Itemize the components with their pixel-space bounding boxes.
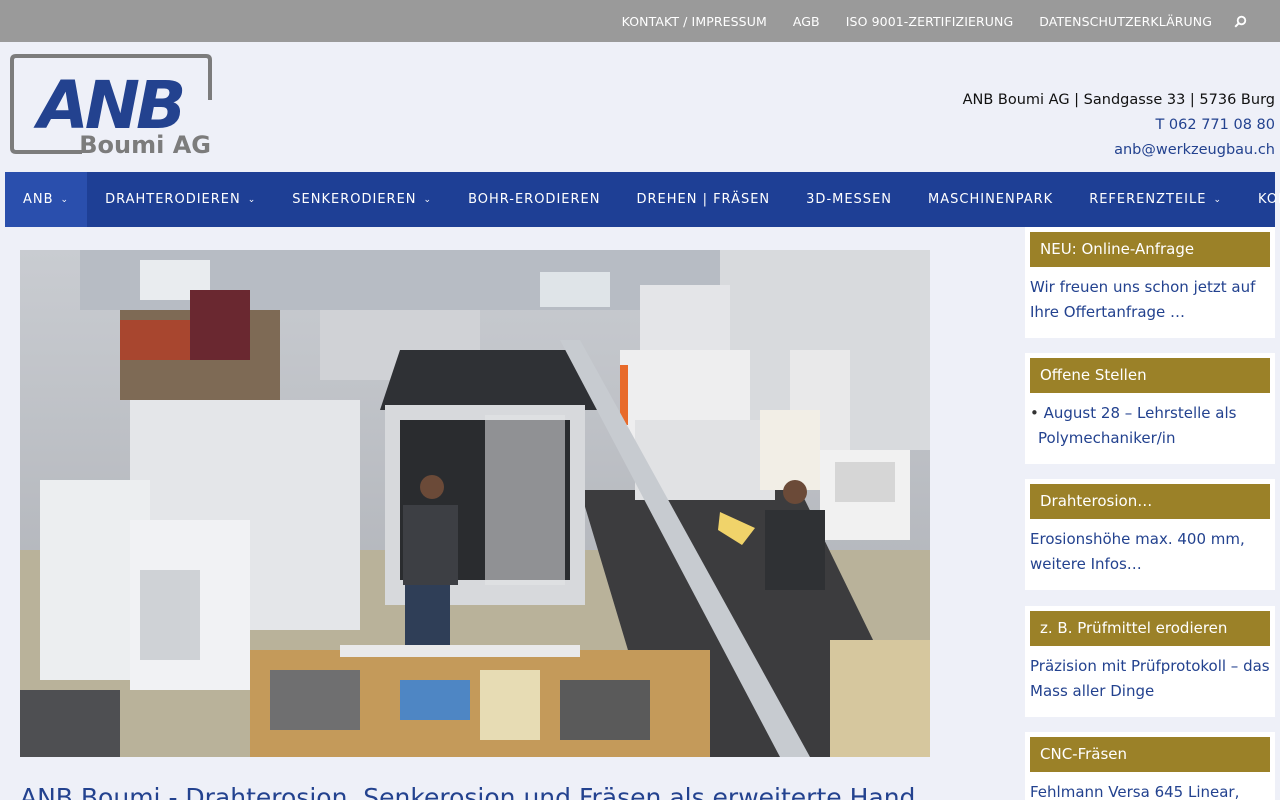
widget-text-line: Polymechaniker/in <box>1038 429 1176 447</box>
chevron-down-icon: ⌄ <box>247 194 257 205</box>
hero-image-workshop <box>20 250 930 757</box>
widget-link-online-anfrage[interactable]: Wir freuen uns schon jetzt auf Ihre Offe… <box>1030 267 1270 333</box>
nav-label: REFERENZTEILE <box>1089 192 1207 207</box>
utility-links: KONTAKT / IMPRESSUM AGB ISO 9001-ZERTIFI… <box>622 0 1280 42</box>
widget-pruefmittel: z. B. Prüfmittel erodieren Präzision mit… <box>1025 606 1275 717</box>
chevron-down-icon: ⌄ <box>423 194 433 205</box>
widget-text-line: Fehlmann Versa 645 Linear, <box>1030 783 1240 800</box>
chevron-down-icon: ⌄ <box>60 194 70 205</box>
widget-offene-stellen: Offene Stellen • August 28 – Lehrstelle … <box>1025 353 1275 464</box>
chevron-down-icon: ⌄ <box>1213 194 1222 205</box>
widget-text-line: Erosionshöhe max. 400 mm, <box>1030 530 1245 548</box>
widget-title: CNC-Fräsen <box>1030 737 1270 772</box>
nav-item-anb[interactable]: ANB ⌄ <box>5 172 88 227</box>
widget-text-line: Präzision mit Prüfprotokoll – das <box>1030 657 1270 675</box>
widget-text-line: Ihre Offertanfrage … <box>1030 303 1186 321</box>
widget-title: NEU: Online-Anfrage <box>1030 232 1270 267</box>
link-iso-zertifizierung[interactable]: ISO 9001-ZERTIFIZIERUNG <box>846 14 1014 29</box>
company-address: ANB Boumi AG | Sandgasse 33 | 5736 Burg <box>962 92 1275 108</box>
email-link[interactable]: anb@werkzeugbau.ch <box>963 138 1275 163</box>
nav-item-drahterodieren[interactable]: DRAHTERODIEREN ⌄ <box>87 172 274 227</box>
widget-cnc-fraesen: CNC-Fräsen Fehlmann Versa 645 Linear, <box>1025 732 1275 800</box>
nav-label: 3D-MESSEN <box>806 192 893 207</box>
nav-item-drehen-fraesen[interactable]: DREHEN | FRÄSEN <box>618 172 788 227</box>
nav-label: SENKERODIEREN <box>292 192 417 207</box>
nav-label: BOHR-ERODIEREN <box>468 192 601 207</box>
widget-title: z. B. Prüfmittel erodieren <box>1030 611 1270 646</box>
widget-title: Drahterosion… <box>1030 484 1270 519</box>
top-utility-bar: KONTAKT / IMPRESSUM AGB ISO 9001-ZERTIFI… <box>0 0 1280 42</box>
widget-link-pruefmittel[interactable]: Präzision mit Prüfprotokoll – das Mass a… <box>1030 646 1270 712</box>
widget-text-line: weitere Infos… <box>1030 555 1142 573</box>
page-headline: ANB Boumi - Drahterosion, Senkerosion un… <box>20 783 916 800</box>
nav-item-3d-messen[interactable]: 3D-MESSEN <box>788 172 910 227</box>
nav-item-maschinenpark[interactable]: MASCHINENPARK <box>910 172 1071 227</box>
widget-text-line: Mass aller Dinge <box>1030 682 1155 700</box>
nav-label: DREHEN | FRÄSEN <box>636 192 771 207</box>
widget-online-anfrage: NEU: Online-Anfrage Wir freuen uns schon… <box>1025 227 1275 338</box>
nav-label: KONTAKT <box>1258 192 1280 207</box>
widget-text-line: August 28 – Lehrstelle als <box>1043 404 1237 422</box>
link-agb[interactable]: AGB <box>793 14 820 29</box>
widget-link-lehrstelle[interactable]: • August 28 – Lehrstelle als Polymechani… <box>1030 393 1270 459</box>
widget-drahterosion: Drahterosion… Erosionshöhe max. 400 mm, … <box>1025 479 1275 590</box>
widget-text-line: Wir freuen uns schon jetzt auf <box>1030 278 1256 296</box>
nav-label: MASCHINENPARK <box>928 192 1054 207</box>
nav-item-referenzteile[interactable]: REFERENZTEILE ⌄ <box>1071 172 1240 227</box>
link-kontakt-impressum[interactable]: KONTAKT / IMPRESSUM <box>622 14 767 29</box>
nav-item-bohr-erodieren[interactable]: BOHR-ERODIEREN <box>450 172 618 227</box>
link-datenschutz[interactable]: DATENSCHUTZERKLÄRUNG <box>1039 14 1212 29</box>
nav-label: ANB <box>23 192 54 207</box>
bullet-icon: • <box>1030 404 1039 422</box>
nav-item-kontakt[interactable]: KONTAKT⌄ <box>1240 172 1280 227</box>
search-icon[interactable] <box>1234 15 1254 28</box>
nav-label: DRAHTERODIEREN <box>105 192 241 207</box>
widget-link-cnc-fraesen[interactable]: Fehlmann Versa 645 Linear, <box>1030 772 1270 800</box>
widget-link-drahterosion[interactable]: Erosionshöhe max. 400 mm, weitere Infos… <box>1030 519 1270 585</box>
company-logo[interactable]: ANB Boumi AG <box>10 52 212 159</box>
phone-link[interactable]: T 062 771 08 80 <box>963 113 1275 138</box>
widget-title: Offene Stellen <box>1030 358 1270 393</box>
logo-subtext: Boumi AG <box>79 131 211 155</box>
header-contact: ANB Boumi AG | Sandgasse 33 | 5736 Burg … <box>963 88 1275 163</box>
main-navigation: ANB ⌄ DRAHTERODIEREN ⌄ SENKERODIEREN ⌄ BOHR… <box>5 172 1280 227</box>
nav-item-senkerodieren[interactable]: SENKERODIEREN ⌄ <box>274 172 450 227</box>
